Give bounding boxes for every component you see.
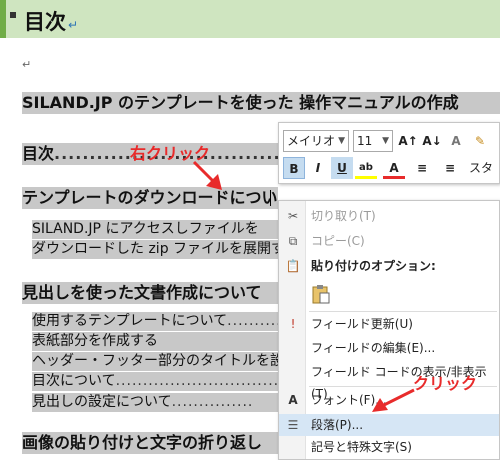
menu-item-label: コピー(C) [311,234,365,248]
font-size-value: 11 [357,134,373,148]
grow-font-button[interactable]: A↑ [397,130,419,152]
bold-button[interactable]: B [283,157,305,179]
annotation-arrow-icon [192,160,222,190]
menu-item-paste-options: 📋 貼り付けのオプション: [279,255,499,277]
toc-item[interactable]: ダウンロードした zip ファイルを展開す [32,240,278,259]
toc-item[interactable]: 見出しの設定について............... [32,393,278,412]
shrink-font-button[interactable]: A↓ [421,130,443,152]
leader-dots: .............................. [115,373,278,389]
numbering-button[interactable]: ≡ [439,157,461,179]
font-name-select[interactable]: メイリオ ▼ [283,130,349,152]
toc-item-text: ダウンロードした zip ファイルを展開す [32,241,278,257]
leader-dots: ............... [171,394,254,410]
toc-item-text: 目次について [32,373,116,389]
menu-item-cut[interactable]: ✂ 切り取り(T) [279,205,499,227]
menu-item-label: 段落(P)... [311,418,364,432]
toc-entry-text: 目次 [22,144,55,163]
toc-item[interactable]: 使用するテンプレートについて.......... [32,312,278,331]
font-icon: A [288,393,298,407]
font-name-value: メイリオ [287,134,336,148]
styles-button[interactable]: スタ [469,157,493,179]
highlight-color-button[interactable]: ab [355,157,377,179]
bullets-button[interactable]: ≡ [411,157,433,179]
italic-button[interactable]: I [307,157,329,179]
toc-section-2[interactable]: 見出しを使った文書作成について [22,282,278,304]
menu-item-label: フィールド更新(U) [311,317,413,331]
toc-item-text: 表紙部分を作成する [32,333,158,349]
chevron-down-icon: ▼ [338,136,345,146]
menu-item-symbols[interactable]: 記号と特殊文字(S) [279,436,499,458]
chevron-down-icon: ▼ [382,136,389,146]
menu-item-field-update[interactable]: ! フィールド更新(U) [279,313,499,335]
toc-item-text: 使用するテンプレートについて [32,313,228,329]
toc-item[interactable]: SILAND.JP にアクセスしファイルを [32,220,278,239]
menu-item-label: 切り取り(T) [311,209,376,223]
menu-item-copy[interactable]: ⧉ コピー(C) [279,230,499,252]
context-menu: ✂ 切り取り(T) ⧉ コピー(C) 📋 貼り付けのオプション: ! フィールド… [278,200,500,460]
annotation-click: クリック [413,374,478,393]
font-size-select[interactable]: 11 ▼ [353,130,393,152]
heading-bullet-mark [10,12,16,18]
toc-section-title: 画像の貼り付けと文字の折り返し [22,433,263,452]
menu-item-label: 貼り付けのオプション: [311,259,436,273]
toc-item-text: ヘッダー・フッター部分のタイトルを設 [32,353,278,369]
doc-heading-text: 目次 [24,10,66,34]
refresh-field-icon: ! [290,317,296,331]
toc-section-1[interactable]: テンプレートのダウンロードについて [22,187,278,209]
toc-item-text: 見出しの設定について [32,394,172,410]
menu-item-label: 記号と特殊文字(S) [311,440,412,454]
mini-toolbar: メイリオ ▼ 11 ▼ A↑ A↓ A ✎ B I U ab A ≡ ≡ スタ [278,122,500,184]
toc-item-text: SILAND.JP にアクセスしファイルを [32,221,259,237]
toc-section-3[interactable]: 画像の貼り付けと文字の折り返し [22,432,278,454]
clipboard-icon: 📋 [285,259,301,273]
toc-section-title: テンプレートのダウンロードについて [22,188,278,207]
toc-section-title: 見出しを使った文書作成について [22,283,262,302]
scissors-icon: ✂ [287,209,299,223]
menu-item-label: フィールドの編集(E)... [311,341,436,355]
paragraph-icon: ☰ [287,418,299,432]
toc-item[interactable]: 表紙部分を作成する [32,332,278,351]
doc-heading[interactable]: 目次 ↵ [24,6,78,36]
copy-icon: ⧉ [288,234,298,248]
toc-item[interactable]: 目次について.............................. [32,372,278,391]
paste-keep-text-icon[interactable] [310,283,332,305]
text-cursor [270,190,271,206]
underline-button[interactable]: U [331,157,353,179]
menu-separator [309,311,497,312]
menu-item-paragraph[interactable]: ☰ 段落(P)... [279,414,499,436]
annotation-arrow-icon [372,388,415,412]
paragraph-mark-icon: ↵ [68,18,79,32]
font-color-button[interactable]: A [383,157,405,179]
format-painter-button[interactable]: ✎ [469,130,491,152]
toc-item[interactable]: ヘッダー・フッター部分のタイトルを設 [32,352,278,371]
leader-dots: .......... [227,313,278,329]
toc-title-text: SILAND.JP のテンプレートを使った 操作マニュアルの作成 [22,93,459,112]
clear-format-button[interactable]: A [445,130,467,152]
menu-item-field-edit[interactable]: フィールドの編集(E)... [279,337,499,359]
empty-paragraph-mark-icon: ↵ [22,58,32,71]
toc-title-line[interactable]: SILAND.JP のテンプレートを使った 操作マニュアルの作成 [22,92,500,114]
